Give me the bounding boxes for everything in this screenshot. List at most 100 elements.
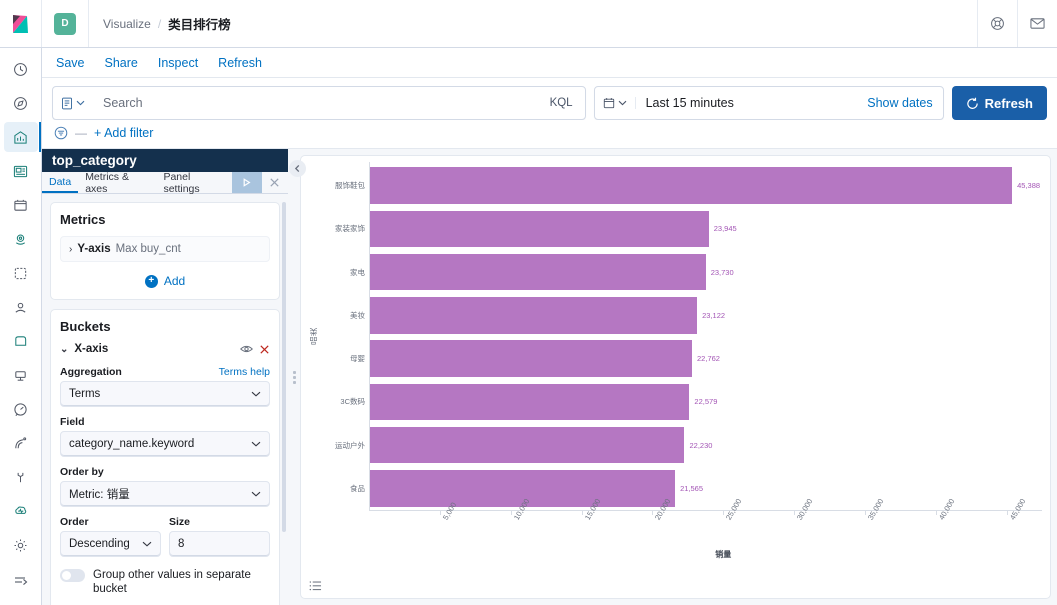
legend-toggle-row [301, 574, 1050, 598]
space-badge[interactable]: D [54, 12, 76, 35]
help-button[interactable] [977, 0, 1017, 47]
search-input[interactable]: Search [93, 96, 546, 110]
size-value: 8 [178, 538, 185, 550]
play-triangle-icon [244, 178, 251, 187]
saved-query-button[interactable] [61, 97, 93, 110]
header-spacer [231, 0, 977, 47]
apply-changes-button[interactable] [232, 172, 262, 193]
group-other-values-row[interactable]: Group other values in separate bucket [60, 568, 270, 596]
kibana-logo-cell[interactable] [0, 0, 42, 47]
x-axis-title: 销量 [715, 550, 732, 559]
tick-mark [510, 511, 512, 515]
remove-bucket-button[interactable] [259, 344, 270, 355]
chevron-down-icon [76, 100, 85, 106]
app-menu-refresh[interactable]: Refresh [218, 56, 262, 70]
sidebar-item-visualize[interactable] [3, 122, 38, 153]
chart-panel: 品类 服饰鞋包 家装家饰 家电 美妆 母婴 3C数码 运动户外 食品 45,388 23,945… [289, 155, 1051, 599]
bar[interactable] [370, 383, 690, 421]
sidebar-item-discover[interactable] [4, 88, 38, 118]
size-input[interactable]: 8 [169, 531, 270, 557]
sidebar-item-apm[interactable] [4, 361, 38, 391]
show-dates-button[interactable]: Show dates [867, 96, 934, 110]
date-range-value[interactable]: Last 15 minutes [636, 96, 868, 110]
app-menu-save[interactable]: Save [56, 56, 85, 70]
sidebar-item-recently-viewed[interactable] [4, 54, 38, 84]
close-editor-button[interactable] [262, 172, 288, 193]
dashboard-icon [13, 164, 28, 179]
aggregation-label-row: Aggregation Terms help [60, 366, 270, 378]
ml-icon [13, 266, 28, 281]
sidebar-item-machine-learning[interactable] [4, 258, 38, 288]
sidebar-item-management[interactable] [4, 531, 38, 561]
bar[interactable] [370, 426, 685, 464]
metrics-icon [13, 402, 28, 417]
tab-panel-settings[interactable]: Panel settings [156, 171, 232, 195]
space-badge-cell[interactable]: D [42, 0, 89, 47]
bar[interactable] [370, 210, 709, 248]
y-axis-tick-label: 家装家饰 [335, 224, 365, 234]
add-filter-button[interactable]: + Add filter [94, 126, 153, 140]
sidebar-item-uptime[interactable] [4, 327, 38, 357]
bar[interactable] [370, 167, 1013, 204]
sidebar-item-dashboard[interactable] [4, 156, 38, 186]
order-by-value: Metric: 销量 [69, 489, 130, 501]
editor-scrollbar[interactable] [282, 202, 286, 532]
chevron-right-icon: › [69, 243, 73, 255]
order-label: Order [60, 516, 89, 528]
sidebar-item-maps[interactable] [4, 224, 38, 254]
filter-icon[interactable] [54, 126, 68, 140]
date-picker[interactable]: Last 15 minutes Show dates [593, 86, 944, 120]
bar-row: 22,230 [370, 424, 1042, 467]
order-by-select[interactable]: Metric: 销量 [60, 481, 270, 507]
aggregation-select[interactable]: Terms [60, 381, 270, 407]
order-select[interactable]: Descending [60, 531, 161, 557]
collapse-nav-button[interactable] [4, 565, 38, 595]
kql-language-button[interactable]: KQL [546, 97, 577, 109]
sidebar-item-monitoring[interactable] [4, 497, 38, 527]
app-menu-share[interactable]: Share [105, 56, 138, 70]
bar[interactable] [370, 297, 698, 334]
field-select[interactable]: category_name.keyword [60, 431, 270, 457]
bar-value-label: 22,579 [694, 397, 718, 407]
sidebar-item-metrics[interactable] [4, 395, 38, 425]
close-x-icon [260, 344, 269, 354]
refresh-button[interactable]: Refresh [951, 86, 1047, 120]
news-feed-button[interactable] [1017, 0, 1057, 47]
bar[interactable] [370, 340, 693, 377]
metric-row-y-axis[interactable]: › Y-axis Max buy_cnt [60, 236, 270, 262]
bar[interactable] [370, 253, 706, 291]
sidebar-item-canvas[interactable] [4, 190, 38, 220]
search-bar[interactable]: Search KQL [52, 86, 586, 120]
editor-resize-handle[interactable] [288, 149, 300, 605]
wrench-icon [13, 470, 28, 485]
group-other-values-toggle[interactable] [60, 569, 85, 582]
breadcrumb: Visualize / 类目排行榜 [89, 0, 231, 47]
x-axis-tick: 10,000 [510, 497, 531, 522]
x-axis-tick: 30,000 [794, 497, 814, 522]
sidebar-item-graph[interactable] [4, 292, 38, 322]
sidebar-item-logs[interactable] [4, 429, 38, 459]
sidebar-item-dev-tools[interactable] [4, 463, 38, 493]
app-menu-inspect[interactable]: Inspect [158, 56, 198, 70]
tab-metrics-axes[interactable]: Metrics & axes [78, 171, 156, 195]
tick-mark [794, 511, 796, 515]
editor-scroll-area[interactable]: Metrics › Y-axis Max buy_cnt + Add Bucke… [42, 194, 288, 605]
eye-icon[interactable] [240, 344, 253, 354]
breadcrumb-visualize[interactable]: Visualize [103, 17, 151, 31]
metric-axis-name: Y-axis [77, 243, 111, 255]
tab-data[interactable]: Data [42, 172, 79, 193]
global-header: D Visualize / 类目排行榜 [0, 0, 1057, 48]
date-quick-select-button[interactable] [603, 97, 636, 109]
y-axis-tick-label: 食品 [350, 483, 365, 493]
terms-help-link[interactable]: Terms help [219, 366, 270, 378]
x-axis-tick: 35,000 [864, 497, 885, 522]
add-metric-button[interactable]: + Add [60, 274, 270, 288]
visualization-editor-panel: top_category Data Metrics & axes Panel s… [42, 149, 288, 605]
legend-list-icon[interactable] [309, 580, 322, 592]
calendar-icon [603, 97, 615, 109]
collapse-editor-button[interactable] [289, 160, 306, 177]
query-bar: Search KQL Last 15 minutes Show dates Re… [42, 78, 1057, 120]
bucket-header-x-axis[interactable]: ⌄ X-axis [60, 343, 270, 357]
chevron-down-icon [618, 100, 627, 106]
bar-row: 45,388 [370, 164, 1042, 207]
